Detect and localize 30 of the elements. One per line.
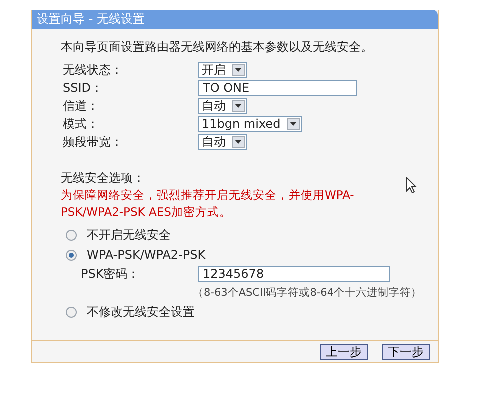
caret-icon [232,100,245,112]
field-label: 信道： [62,98,100,114]
radio-button[interactable] [66,306,77,318]
caret-icon [286,118,300,130]
window-title: 设置向导 - 无线设置 [32,10,438,29]
option-label: 不开启无线安全 [87,227,171,244]
field-label: 模式： [62,116,100,132]
dropdown[interactable]: 开启 [198,62,247,78]
option-label: WPA-PSK/WPA2-PSK [87,247,206,264]
cursor-icon [406,177,417,194]
warning-text: 为保障网络安全，强烈推荐开启无线安全，并使用WPA-PSK/WPA2-PSK AES加密方式。 [61,187,356,221]
radio-button[interactable] [66,250,77,260]
section-title: 无线安全选项： [61,170,145,186]
dropdown[interactable]: 自动 [198,134,247,150]
step-button[interactable]: 上一步 [320,344,368,360]
field-label: 无线状态： [62,62,124,78]
caret-icon [232,64,245,76]
step-button[interactable]: 下一步 [382,344,430,360]
field-label: PSK密码： [81,266,141,283]
radio-button[interactable] [66,230,77,240]
option-label: 不修改无线安全设置 [87,304,195,321]
field-label: 频段带宽： [62,134,124,150]
dropdown[interactable]: 自动 [198,98,247,114]
intro-text: 本向导页面设置路由器无线网络的基本参数以及无线安全。 [61,39,374,55]
password-field[interactable]: 12345678 [198,266,390,282]
caret-icon [232,136,245,148]
field-label: SSID： [62,80,104,96]
text-field[interactable]: TO ONE [198,80,357,96]
hint-text: （8-63个ASCII码字符或8-64个十六进制字符） [193,286,422,301]
dropdown[interactable]: 11bgn mixed [198,116,302,132]
